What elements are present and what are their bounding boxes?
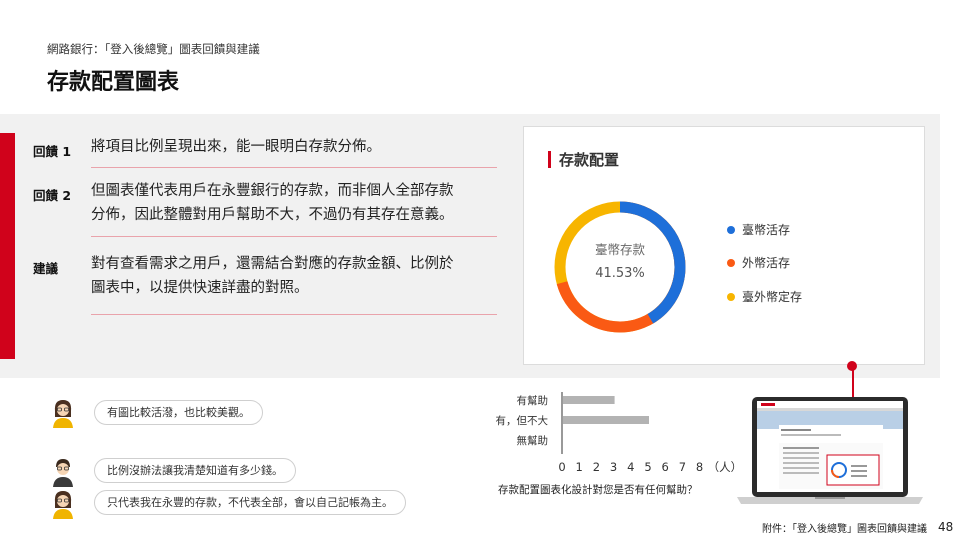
feedback-line: 但圖表僅代表用戶在永豐銀行的存款，而非個人全部存款 (91, 183, 454, 199)
comment-bubble: 只代表我在永豐的存款，不代表全部，會以自己記帳為主。 (94, 490, 406, 515)
bar (563, 416, 649, 424)
comment-bubble: 比例沒辦法讓我清楚知道有多少錢。 (94, 458, 296, 483)
card-title: 存款配置 (559, 151, 620, 169)
survey-bar-chart: 有幫助有，但不大無幫助0 1 2 3 4 5 6 7 8 （人） (496, 392, 742, 474)
legend-item: 臺幣活存 (727, 221, 790, 238)
deposit-allocation-card: 存款配置 臺幣存款 41.53% 臺幣活存 外幣活存 臺外幣定存 (523, 126, 925, 365)
page-title: 存款配置圖表 (47, 70, 180, 95)
feedback-line: 對有查看需求之用戶，還需結合對應的存款金額、比例於 (91, 256, 454, 272)
x-tick-label: 7 (679, 460, 686, 474)
title-accent (548, 151, 551, 168)
legend-label: 臺幣活存 (742, 223, 791, 237)
legend-label: 外幣活存 (742, 256, 791, 270)
female-avatar-icon (53, 491, 73, 519)
bar-category-label: 無幫助 (517, 434, 549, 447)
divider (91, 314, 497, 315)
footer-caption: 附件：「登入後總覽」圖表回饋與建議 (762, 524, 927, 535)
laptop-screenshot-illustration (737, 397, 923, 504)
divider (91, 167, 497, 168)
feedback-text: 對有查看需求之用戶，還需結合對應的存款金額、比例於 圖表中，以提供快速詳盡的對照… (91, 252, 496, 300)
legend-label: 臺外幣定存 (742, 290, 803, 304)
x-tick-label: 5 (644, 460, 651, 474)
legend-dot (727, 258, 735, 267)
breadcrumb: 網路銀行：「登入後總覽」圖表回饋與建議 (47, 42, 260, 56)
donut-center-value: 41.53% (595, 266, 645, 281)
x-tick-label: 8 (696, 460, 703, 474)
female-avatar-icon (53, 400, 73, 428)
legend-item: 臺外幣定存 (727, 288, 802, 305)
chart-caption: 存款配置圖表化設計對您是否有任何幫助？ (498, 484, 698, 496)
bar-category-label: 有幫助 (517, 394, 549, 407)
legend-dot (727, 225, 735, 234)
feedback-text: 但圖表僅代表用戶在永豐銀行的存款，而非個人全部存款 分佈，因此整體對用戶幫助不大… (91, 179, 496, 227)
legend-dot (727, 292, 735, 301)
comment-bubble: 有圖比較活潑，也比較美觀。 (94, 400, 263, 425)
feedback-label: 回饋 2 (33, 188, 72, 203)
page-number: 48 (938, 520, 954, 534)
x-tick-label: 0 (558, 460, 565, 474)
x-tick-label: 2 (593, 460, 600, 474)
accent-bar (0, 133, 15, 359)
divider (91, 236, 497, 237)
suggestion-label: 建議 (33, 261, 59, 276)
connector-dot (847, 361, 857, 371)
feedback-line: 圖表中，以提供快速詳盡的對照。 (91, 280, 309, 296)
bar-category-label: 有，但不大 (496, 414, 549, 427)
x-tick-label: 3 (610, 460, 617, 474)
feedback-line: 分佈，因此整體對用戶幫助不大，不過仍有其存在意義。 (91, 207, 454, 223)
feedback-text: 將項目比例呈現出來，能一眼明白存款分佈。 (91, 135, 496, 159)
male-avatar-icon (53, 459, 73, 487)
x-tick-label: 6 (662, 460, 669, 474)
bar (563, 396, 615, 404)
x-tick-label: 1 (576, 460, 583, 474)
x-tick-label: 4 (627, 460, 634, 474)
feedback-line: 將項目比例呈現出來，能一眼明白存款分佈。 (91, 139, 381, 155)
feedback-label: 回饋 1 (33, 144, 72, 159)
legend-item: 外幣活存 (727, 254, 790, 271)
donut-center-label: 臺幣存款 (594, 242, 645, 257)
